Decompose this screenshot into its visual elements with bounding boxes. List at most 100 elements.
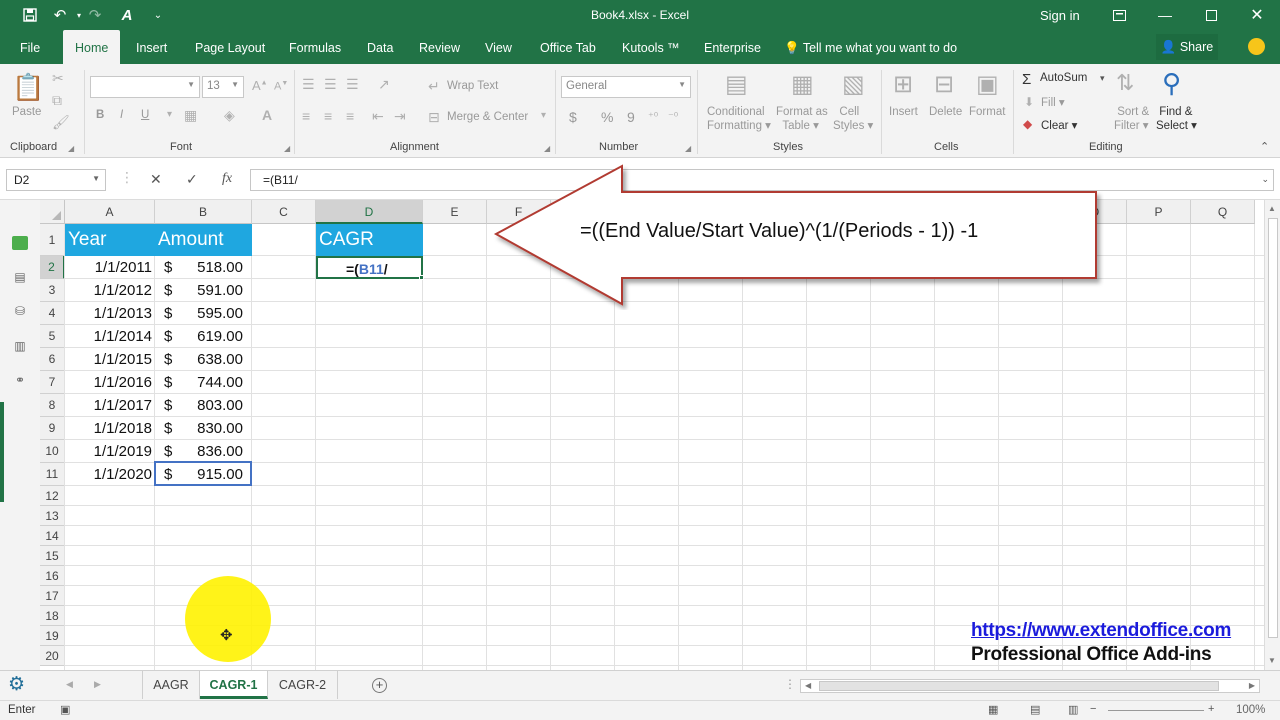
align-left-icon[interactable]: ≡ (302, 108, 310, 124)
maximize-icon[interactable] (1188, 0, 1234, 30)
amount-cell[interactable]: 591.00 (155, 279, 252, 302)
orientation-icon[interactable]: ↗ (378, 76, 390, 93)
increase-indent-icon[interactable]: ⇥ (394, 108, 406, 125)
tab-split-handle[interactable]: ⋮ (784, 677, 796, 691)
row-header-19[interactable]: 19 (40, 626, 65, 646)
cut-icon[interactable]: ✂ (52, 70, 64, 87)
scroll-left-icon[interactable]: ◀ (805, 681, 811, 690)
select-all-button[interactable] (40, 200, 65, 224)
bottom-align-icon[interactable]: ☰ (346, 76, 359, 93)
amount-cell[interactable]: 638.00 (155, 348, 252, 371)
year-cell[interactable]: 1/1/2014 (65, 325, 155, 348)
tab-formulas[interactable]: Formulas (289, 30, 341, 64)
merge-dropdown-icon[interactable]: ▾ (541, 110, 546, 121)
sheet-tab-aagr[interactable]: AAGR (142, 671, 200, 699)
cancel-entry-button[interactable]: ✕ (150, 171, 162, 188)
zoom-slider[interactable] (1108, 710, 1204, 711)
zoom-level[interactable]: 100% (1236, 704, 1265, 716)
increase-decimal-icon[interactable]: ⁺⁰ (648, 110, 658, 123)
row-header-18[interactable]: 18 (40, 606, 65, 626)
clipboard-launcher-icon[interactable]: ◢ (68, 144, 74, 153)
column-header-a[interactable]: A (65, 200, 155, 224)
header-amount[interactable]: Amount (155, 224, 252, 256)
font-name-combo[interactable]: ▼ (90, 76, 200, 98)
horizontal-scroll-thumb[interactable] (819, 681, 1219, 691)
row-header-4[interactable]: 4 (40, 302, 65, 325)
row-header-14[interactable]: 14 (40, 526, 65, 546)
expand-formula-bar-icon[interactable]: ⌄ (1261, 174, 1269, 185)
number-launcher-icon[interactable]: ◢ (685, 144, 691, 153)
resource-library-icon[interactable]: ▤ (12, 270, 28, 284)
row-header-7[interactable]: 7 (40, 371, 65, 394)
scroll-down-icon[interactable]: ▼ (1268, 656, 1276, 665)
row-header-16[interactable]: 16 (40, 566, 65, 586)
fill-color-icon[interactable]: ◈ (224, 107, 235, 124)
row-header-20[interactable]: 20 (40, 646, 65, 666)
year-cell[interactable]: 1/1/2013 (65, 302, 155, 325)
sheet-tab-cagr-1[interactable]: CAGR-1 (200, 671, 268, 699)
find-replace-icon[interactable]: ⚭ (12, 373, 28, 387)
font-size-combo[interactable]: 13 ▼ (202, 76, 244, 98)
copy-icon[interactable]: ⧉ (52, 92, 62, 109)
minimize-icon[interactable]: — (1142, 0, 1188, 30)
year-cell[interactable]: 1/1/2017 (65, 394, 155, 417)
normal-view-icon[interactable]: ▦ (988, 703, 998, 716)
row-header-15[interactable]: 15 (40, 546, 65, 566)
font-color-icon[interactable]: A (262, 107, 272, 123)
workbook-sheets-icon[interactable] (12, 236, 28, 250)
next-sheet-icon[interactable]: ▶ (94, 679, 101, 690)
tab-enterprise[interactable]: Enterprise (704, 30, 761, 64)
middle-align-icon[interactable]: ☰ (324, 76, 337, 93)
extendoffice-link[interactable]: https://www.extendoffice.com (971, 620, 1231, 642)
underline-button[interactable]: U (141, 109, 149, 121)
year-cell[interactable]: 1/1/2016 (65, 371, 155, 394)
page-break-view-icon[interactable]: ▥ (1068, 703, 1078, 716)
tell-me-search[interactable]: 💡 Tell me what you want to do (784, 30, 957, 67)
paste-icon[interactable]: 📋 (12, 72, 44, 103)
share-button[interactable]: 👤 Share (1156, 34, 1218, 60)
amount-cell[interactable]: 830.00 (155, 417, 252, 440)
tab-insert[interactable]: Insert (136, 30, 167, 64)
cell-styles-button[interactable]: Cell Styles ▾ (833, 106, 873, 132)
sheet-tab-cagr-2[interactable]: CAGR-2 (268, 671, 338, 699)
center-icon[interactable]: ≡ (324, 108, 332, 124)
column-list-icon[interactable]: ▥ (12, 339, 28, 353)
row-header-8[interactable]: 8 (40, 394, 65, 417)
sign-in-link[interactable]: Sign in (1040, 8, 1080, 23)
fill-handle[interactable] (419, 275, 424, 280)
tab-home[interactable]: Home (63, 30, 121, 64)
delete-cells-button[interactable]: Delete (929, 106, 962, 118)
year-cell[interactable]: 1/1/2020 (65, 463, 155, 486)
amount-cell[interactable]: 744.00 (155, 371, 252, 394)
prev-sheet-icon[interactable]: ◀ (66, 679, 73, 690)
amount-cell[interactable]: 803.00 (155, 394, 252, 417)
amount-cell[interactable]: 518.00 (155, 256, 252, 279)
tab-view[interactable]: View (485, 30, 512, 64)
tab-review[interactable]: Review (419, 30, 460, 64)
align-right-icon[interactable]: ≡ (346, 108, 354, 124)
column-header-e[interactable]: E (423, 200, 487, 224)
tab-office-tab[interactable]: Office Tab (540, 30, 596, 64)
confirm-entry-button[interactable]: ✓ (186, 171, 198, 188)
row-header-6[interactable]: 6 (40, 348, 65, 371)
page-layout-view-icon[interactable]: ▤ (1030, 703, 1040, 716)
autosum-button[interactable]: AutoSum (1040, 72, 1087, 84)
row-header-17[interactable]: 17 (40, 586, 65, 606)
insert-cells-button[interactable]: Insert (889, 106, 918, 118)
column-header-c[interactable]: C (252, 200, 316, 224)
number-format-combo[interactable]: General ▼ (561, 76, 691, 98)
top-align-icon[interactable]: ☰ (302, 76, 315, 93)
zoom-out-icon[interactable]: − (1090, 703, 1096, 715)
header-year[interactable]: Year (65, 224, 155, 256)
row-header-9[interactable]: 9 (40, 417, 65, 440)
percent-style-button[interactable]: % (601, 109, 613, 125)
ribbon-display-options-icon[interactable] (1096, 0, 1142, 30)
tab-data[interactable]: Data (367, 30, 393, 64)
name-box[interactable]: D2 ▼ (6, 169, 106, 191)
row-header-11[interactable]: 11 (40, 463, 65, 486)
row-header-13[interactable]: 13 (40, 506, 65, 526)
amount-cell[interactable]: 915.00 (155, 463, 252, 486)
tab-page-layout[interactable]: Page Layout (195, 30, 265, 64)
bold-button[interactable]: B (96, 109, 104, 121)
clear-button[interactable]: Clear ▾ (1041, 118, 1077, 132)
